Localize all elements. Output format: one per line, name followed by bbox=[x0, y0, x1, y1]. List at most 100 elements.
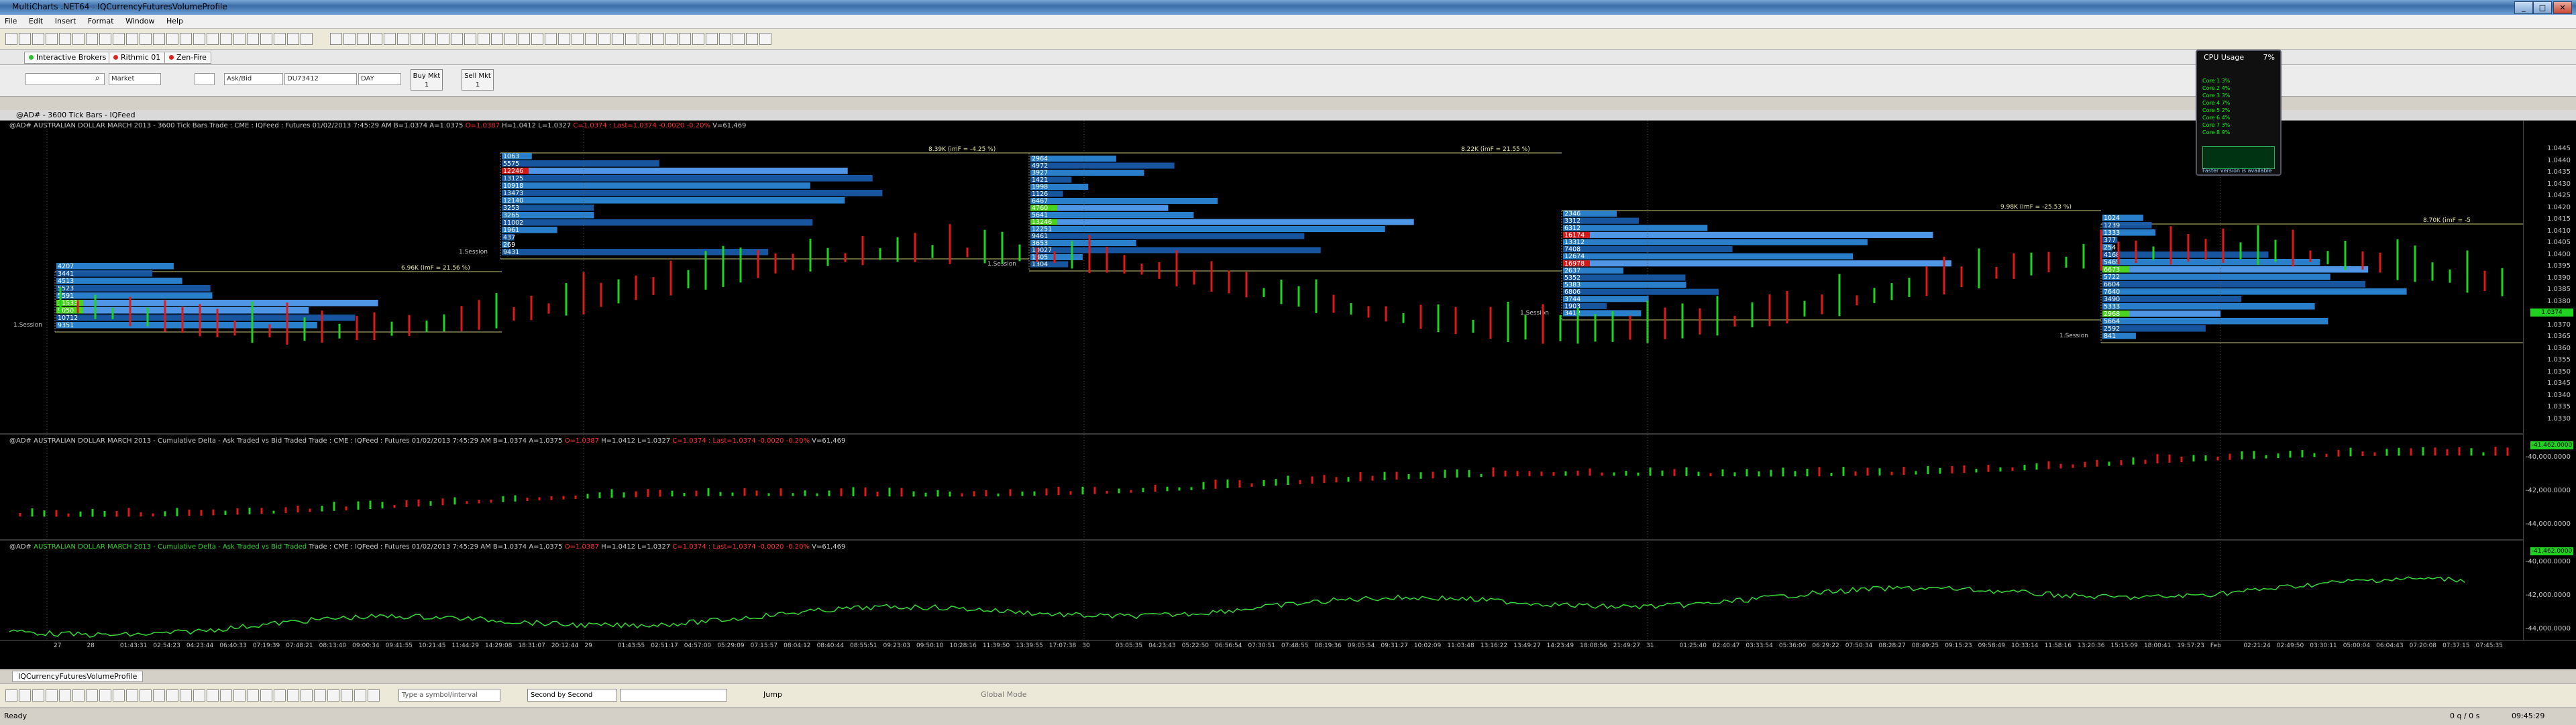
jump-button[interactable]: Jump bbox=[763, 690, 782, 699]
toolbar-button[interactable] bbox=[370, 33, 382, 45]
toolbar-button[interactable] bbox=[598, 33, 610, 45]
search-icon[interactable]: ⌕ bbox=[95, 73, 100, 83]
toolbar-button[interactable] bbox=[639, 33, 651, 45]
minimize-button[interactable]: _ bbox=[2514, 1, 2533, 14]
toolbar-button[interactable] bbox=[5, 33, 17, 45]
toolbar-button[interactable] bbox=[706, 33, 718, 45]
drawing-tool-button[interactable] bbox=[99, 689, 111, 702]
buy-market-button[interactable]: Buy Mkt 1 bbox=[411, 69, 443, 91]
toolbar-button[interactable] bbox=[652, 33, 664, 45]
toolbar-button[interactable] bbox=[612, 33, 624, 45]
drawing-tool-button[interactable] bbox=[72, 689, 85, 702]
toolbar-button[interactable] bbox=[113, 33, 125, 45]
tab-rithmic[interactable]: Rithmic 01 bbox=[109, 52, 166, 64]
toolbar-button[interactable] bbox=[625, 33, 637, 45]
drawing-tool-button[interactable] bbox=[274, 689, 286, 702]
drawing-tool-button[interactable] bbox=[368, 689, 380, 702]
menu-window[interactable]: Window bbox=[121, 15, 159, 27]
menu-help[interactable]: Help bbox=[162, 15, 188, 27]
drawing-tool-button[interactable] bbox=[260, 689, 272, 702]
tab-interactive-brokers[interactable]: Interactive Brokers bbox=[24, 52, 111, 64]
drawing-tool-button[interactable] bbox=[180, 689, 192, 702]
toolbar-button[interactable] bbox=[437, 33, 449, 45]
drawing-tool-button[interactable] bbox=[341, 689, 353, 702]
drawing-tool-button[interactable] bbox=[247, 689, 259, 702]
toolbar-button[interactable] bbox=[233, 33, 246, 45]
close-button[interactable]: ✕ bbox=[2553, 1, 2572, 14]
price-axis[interactable]: 1.0445 1.0440 1.0435 1.0430 1.0425 1.0420 1.04… bbox=[2523, 121, 2576, 433]
toolbar-button[interactable] bbox=[46, 33, 58, 45]
drawing-tool-button[interactable] bbox=[207, 689, 219, 702]
drawing-tool-button[interactable] bbox=[327, 689, 339, 702]
toolbar-button[interactable] bbox=[572, 33, 584, 45]
toolbar-button[interactable] bbox=[545, 33, 557, 45]
account-select[interactable]: DU73412 bbox=[284, 73, 357, 85]
toolbar-button[interactable] bbox=[140, 33, 152, 45]
maximize-button[interactable]: □ bbox=[2533, 1, 2552, 14]
toolbar-button[interactable] bbox=[343, 33, 356, 45]
drawing-tool-button[interactable] bbox=[166, 689, 178, 702]
pane-separator[interactable] bbox=[0, 539, 2524, 541]
toolbar-button[interactable] bbox=[220, 33, 232, 45]
drawing-tool-button[interactable] bbox=[140, 689, 152, 702]
toolbar-button[interactable] bbox=[99, 33, 111, 45]
toolbar-button[interactable] bbox=[531, 33, 543, 45]
drawing-tool-button[interactable] bbox=[153, 689, 165, 702]
drawing-tool-button[interactable] bbox=[233, 689, 246, 702]
toolbar-button[interactable] bbox=[746, 33, 758, 45]
toolbar-button[interactable] bbox=[287, 33, 299, 45]
toolbar-button[interactable] bbox=[19, 33, 31, 45]
toolbar-button[interactable] bbox=[180, 33, 192, 45]
toolbar-button[interactable] bbox=[464, 33, 476, 45]
toolbar-button[interactable] bbox=[504, 33, 517, 45]
toolbar-button[interactable] bbox=[153, 33, 165, 45]
global-mode-toggle[interactable]: Global Mode bbox=[981, 690, 1027, 699]
toolbar-button[interactable] bbox=[411, 33, 423, 45]
drawing-tool-button[interactable] bbox=[301, 689, 313, 702]
chart-canvas[interactable]: 420734414513552355911153390501071293516.… bbox=[0, 121, 2576, 671]
drawing-tool-button[interactable] bbox=[113, 689, 125, 702]
chart-area[interactable]: 4207 3441 4513 5523 5591 11533 9050 10712 9351 6.… bbox=[0, 121, 2576, 671]
toolbar-button[interactable] bbox=[478, 33, 490, 45]
tab-zen-fire[interactable]: Zen-Fire bbox=[164, 52, 211, 64]
toolbar-button[interactable] bbox=[247, 33, 259, 45]
toolbar-button[interactable] bbox=[759, 33, 771, 45]
resolution-select[interactable]: Second by Second bbox=[527, 689, 617, 702]
toolbar-button[interactable] bbox=[733, 33, 745, 45]
toolbar-button[interactable] bbox=[719, 33, 731, 45]
toolbar-button[interactable] bbox=[665, 33, 678, 45]
toolbar-button[interactable] bbox=[86, 33, 98, 45]
tif-select[interactable]: DAY bbox=[358, 73, 401, 85]
order-type-select[interactable]: Market bbox=[109, 73, 161, 85]
menu-file[interactable]: File bbox=[0, 15, 21, 27]
toolbar-button[interactable] bbox=[518, 33, 530, 45]
drawing-tool-button[interactable] bbox=[314, 689, 326, 702]
toolbar-button[interactable] bbox=[193, 33, 205, 45]
toolbar-button[interactable] bbox=[207, 33, 219, 45]
toolbar-button[interactable] bbox=[397, 33, 409, 45]
drawing-tool-button[interactable] bbox=[59, 689, 71, 702]
symbol-interval-input[interactable]: Type a symbol/interval bbox=[398, 689, 500, 702]
sell-market-button[interactable]: Sell Mkt 1 bbox=[462, 69, 494, 91]
toolbar-button[interactable] bbox=[558, 33, 570, 45]
menu-insert[interactable]: Insert bbox=[50, 15, 81, 27]
toolbar-button[interactable] bbox=[679, 33, 691, 45]
toolbar-button[interactable] bbox=[126, 33, 138, 45]
price-type-select[interactable]: Ask/Bid bbox=[224, 73, 283, 85]
jump-date-input[interactable] bbox=[620, 689, 727, 702]
toolbar-button[interactable] bbox=[301, 33, 313, 45]
drawing-tool-button[interactable] bbox=[126, 689, 138, 702]
pane-separator[interactable] bbox=[0, 433, 2524, 435]
toolbar-button[interactable] bbox=[692, 33, 704, 45]
drawing-tool-button[interactable] bbox=[193, 689, 205, 702]
time-axis[interactable]: 27 28 01:43:31 02:54:23 04:23:44 06:40:33 07:1… bbox=[0, 640, 2576, 651]
symbol-input[interactable] bbox=[25, 73, 105, 85]
delta-axis[interactable]: -40,000.0000 -42,000.0000 -44,000.0000 -… bbox=[2523, 435, 2576, 539]
toolbar-button[interactable] bbox=[585, 33, 597, 45]
toolbar-button[interactable] bbox=[357, 33, 369, 45]
toolbar-button[interactable] bbox=[166, 33, 178, 45]
drawing-tool-button[interactable] bbox=[5, 689, 17, 702]
toolbar-button[interactable] bbox=[451, 33, 463, 45]
cumulative-axis[interactable]: -40,000.0000 -42,000.0000 -44,000.0000 -… bbox=[2523, 541, 2576, 640]
toolbar-button[interactable] bbox=[491, 33, 503, 45]
